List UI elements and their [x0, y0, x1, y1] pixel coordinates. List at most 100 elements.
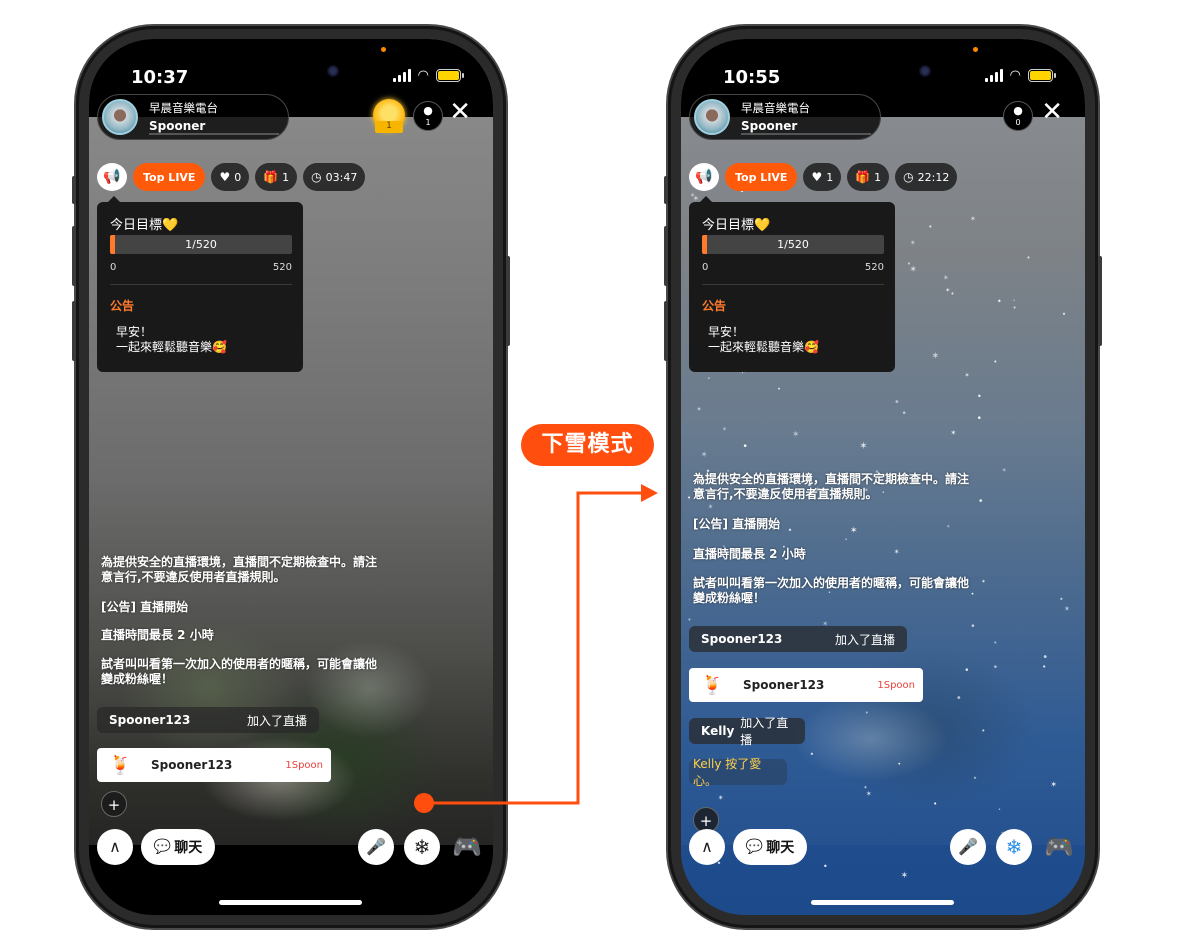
snowflake: •	[970, 621, 976, 632]
phone-before: 10:37 ◠ 早晨音樂電台 Spooner 1 ● 1 ✕ 📢 Top LIV…	[72, 26, 510, 928]
duration-chip[interactable]: ◷ 03:47	[303, 163, 366, 191]
add-button[interactable]: +	[101, 791, 127, 817]
snowflake-icon[interactable]: ❄	[404, 829, 440, 865]
battery-icon	[436, 69, 464, 82]
snowflake: •	[897, 760, 902, 768]
snowflake: ✶	[1050, 780, 1058, 790]
daily-goal-title: 今日目標💛	[702, 218, 771, 233]
snowflake: •	[928, 223, 933, 232]
top-live-badge[interactable]: Top LIVE	[725, 163, 798, 191]
host-avatar[interactable]	[102, 99, 138, 135]
comparison-stage: 10:37 ◠ 早晨音樂電台 Spooner 1 ● 1 ✕ 📢 Top LIV…	[0, 0, 1200, 943]
snowflake: •	[997, 807, 1001, 814]
host-card[interactable]: 早晨音樂電台 Spooner	[689, 94, 881, 140]
snowflake: ✶	[900, 870, 909, 881]
goal-min: 0	[702, 262, 709, 273]
gamepad-icon[interactable]: 🎮	[447, 830, 487, 864]
like-count-chip[interactable]: ♥ 1	[803, 163, 842, 191]
microphone-icon[interactable]: 🎤	[358, 829, 394, 865]
goal-max: 520	[272, 262, 292, 273]
duration-message: 直播時間最長 2 小時	[693, 547, 806, 561]
snowflake: •	[972, 773, 978, 783]
snowflake: ✶	[859, 441, 868, 453]
join-message: Spooner123 加入了直播	[689, 626, 907, 652]
snowflake: ✶	[950, 429, 957, 438]
snowflake: ✶	[969, 215, 976, 224]
snowflake: ✶	[909, 264, 917, 275]
gift-count-chip[interactable]: 🎁 1	[847, 163, 890, 191]
announcement-line: 一起來輕鬆聽音樂🥰	[708, 340, 819, 354]
chat-button[interactable]: 💬 聊天	[141, 829, 215, 865]
ranking-badge[interactable]: 1	[371, 97, 407, 133]
chat-bubble-icon: 💬	[153, 839, 172, 855]
top-live-badge[interactable]: Top LIVE	[133, 163, 206, 191]
snowflake: •	[1061, 310, 1067, 320]
snowflake: •	[687, 494, 692, 503]
room-chips: 📢 Top LIVE ♥ 1 🎁 1 ◷ 22:12	[689, 163, 958, 191]
snowflake: ✶	[696, 405, 702, 413]
snowflake: •	[996, 297, 1002, 307]
megaphone-icon[interactable]: 📢	[97, 163, 127, 191]
snowflake: •	[687, 615, 692, 624]
host-card[interactable]: 早晨音樂電台 Spooner	[97, 94, 289, 140]
chevron-up-icon[interactable]: ∧	[689, 829, 725, 865]
close-icon[interactable]: ✕	[449, 97, 471, 127]
megaphone-icon[interactable]: 📢	[689, 163, 719, 191]
chat-button[interactable]: 💬 聊天	[733, 829, 807, 865]
snowflake: ✶	[700, 450, 708, 460]
home-indicator[interactable]	[811, 900, 954, 905]
join-message: Kelly 加入了直播	[689, 716, 805, 747]
gamepad-icon[interactable]: 🎮	[1039, 830, 1079, 864]
snowflake: •	[1042, 651, 1049, 663]
announcement-line: 一起來輕鬆聽音樂🥰	[116, 340, 227, 354]
snow-mode-label: 下雪模式	[521, 424, 654, 466]
snowflake-icon-active[interactable]: ❄	[996, 829, 1032, 865]
heart-icon: ♥	[219, 170, 231, 184]
announcement-title: 公告	[702, 299, 727, 313]
rank-number: 1	[375, 121, 403, 133]
duration-chip[interactable]: ◷ 22:12	[895, 163, 958, 191]
snowflake: •	[964, 666, 970, 677]
host-name: Spooner	[149, 119, 206, 133]
clock-icon: ◷	[311, 170, 322, 184]
snowflake: ✶	[909, 238, 916, 247]
tip-message: 試者叫叫看第一次加入的使用者的暱稱，可能會讓他 變成粉絲喔！	[101, 657, 378, 686]
chevron-up-icon[interactable]: ∧	[97, 829, 133, 865]
snowflake: •	[950, 289, 955, 298]
gift-count-chip[interactable]: 🎁 1	[255, 163, 298, 191]
snowflake: ✶	[863, 784, 868, 791]
close-icon[interactable]: ✕	[1041, 97, 1063, 127]
duration-message: 直播時間最長 2 小時	[101, 628, 214, 642]
home-indicator[interactable]	[219, 900, 362, 905]
clock-icon: ◷	[903, 170, 914, 184]
snowflake: ✶	[945, 286, 951, 294]
wifi-icon: ◠	[417, 68, 429, 83]
listener-count[interactable]: ● 1	[413, 101, 443, 131]
gift-icon: 🎁	[855, 170, 871, 184]
snowflake: ✶	[717, 794, 724, 803]
microphone-icon[interactable]: 🎤	[950, 829, 986, 865]
snowflake: ✶	[942, 274, 949, 283]
like-count-chip[interactable]: ♥ 0	[211, 163, 250, 191]
snowflake: •	[742, 442, 748, 453]
notice-message: [公告] 直播開始	[693, 517, 781, 531]
room-info-popup: 今日目標💛 1/520 0 520 公告 早安！ 一起來輕鬆聽音樂🥰	[689, 196, 895, 372]
status-icons: ◠	[984, 68, 1056, 83]
snowflake: •	[976, 414, 982, 425]
snowflake: ✶	[707, 502, 714, 511]
snowflake: •	[893, 397, 900, 409]
user-icon: ●	[1013, 104, 1023, 117]
listener-count[interactable]: ● 0	[1003, 101, 1033, 131]
user-icon: ●	[423, 104, 433, 117]
snowflake: •	[981, 726, 986, 735]
daily-goal-title: 今日目標💛	[110, 218, 179, 233]
phone-after: •✶••••✶••✶✶•✶✶✶✶✶••✶•••••••••✶•✶✶•✶✶••✶✶…	[664, 26, 1102, 928]
snowflake: ✶	[964, 372, 970, 380]
host-avatar[interactable]	[694, 99, 730, 135]
wifi-icon: ◠	[1009, 68, 1021, 83]
goal-min: 0	[110, 262, 117, 273]
snowflake: •	[933, 799, 938, 808]
snowflake: •	[1042, 662, 1047, 671]
snowflake: •	[901, 409, 907, 420]
battery-icon	[1028, 69, 1056, 82]
